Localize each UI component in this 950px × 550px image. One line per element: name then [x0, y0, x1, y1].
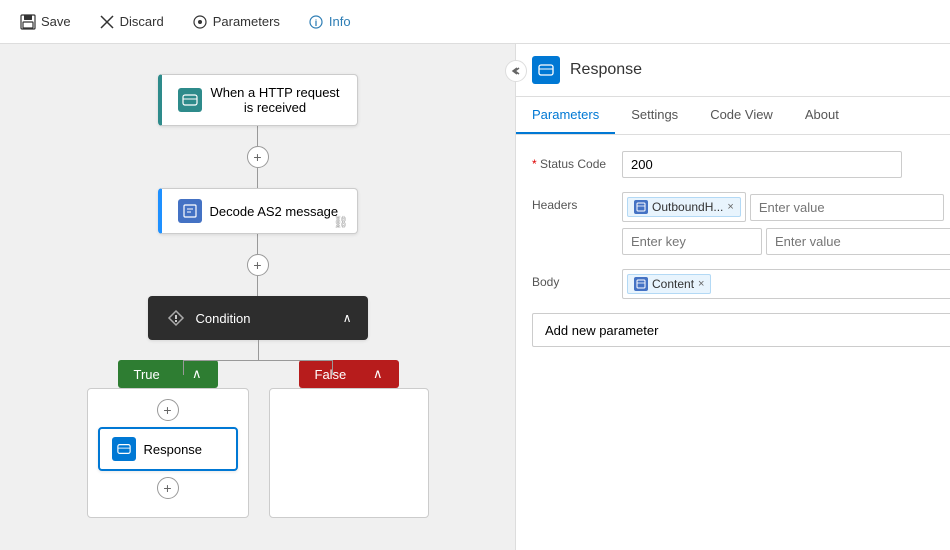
header-tag-label: OutboundH... — [652, 200, 723, 214]
headers-label: Headers — [532, 192, 612, 212]
header-key-tag: OutboundH... × — [627, 197, 741, 217]
header-key-wrap: OutboundH... × — [622, 192, 746, 222]
false-chevron-icon: ∧ — [373, 366, 383, 382]
info-button[interactable]: i Info — [304, 12, 355, 32]
discard-label: Discard — [120, 14, 164, 29]
true-add-step-bottom[interactable]: + — [157, 477, 179, 499]
body-label: Body — [532, 269, 612, 289]
true-branch-box: + Response + — [87, 388, 249, 518]
header-key-tag-icon — [634, 200, 648, 214]
body-row: Body Content × — [532, 269, 950, 299]
canvas: When a HTTP requestis received + Decode … — [0, 44, 515, 550]
body-content-tag: Content × — [627, 274, 711, 294]
parameters-label: Parameters — [213, 14, 280, 29]
header-value-input-2[interactable] — [766, 228, 950, 255]
decode-node-icon — [178, 199, 202, 223]
connector-2: + — [247, 234, 269, 296]
panel-title: Response — [570, 61, 642, 79]
response-node-icon — [112, 437, 136, 461]
add-step-1[interactable]: + — [247, 146, 269, 168]
decode-node[interactable]: Decode AS2 message ⛓ — [158, 188, 358, 234]
link-icon: ⛓ — [333, 215, 348, 229]
parameters-button[interactable]: Parameters — [188, 12, 284, 32]
info-icon: i — [308, 14, 324, 30]
add-step-2[interactable]: + — [247, 254, 269, 276]
tab-settings[interactable]: Settings — [615, 97, 694, 134]
true-label: True — [134, 367, 160, 382]
save-button[interactable]: Save — [16, 12, 75, 32]
add-param-label: Add new parameter — [545, 323, 658, 338]
line-2 — [257, 234, 258, 254]
header-value-input[interactable] — [750, 194, 944, 221]
info-label: Info — [329, 14, 351, 29]
true-branch-col: True ∧ + Response + — [87, 360, 249, 518]
tab-parameters[interactable]: Parameters — [516, 97, 615, 134]
required-asterisk: * — [532, 157, 537, 171]
headers-row: Headers OutboundH... × — [532, 192, 950, 255]
false-branch-box — [269, 388, 429, 518]
condition-node-label: Condition — [196, 311, 335, 326]
status-code-row: * Status Code — [532, 151, 950, 178]
panel-tabs: Parameters Settings Code View About — [516, 97, 950, 135]
toolbar: Save Discard Parameters i Info — [0, 0, 950, 44]
panel-header: Response — [516, 44, 950, 97]
connector-1: + — [247, 126, 269, 188]
status-code-label: * Status Code — [532, 151, 612, 171]
http-node[interactable]: When a HTTP requestis received — [158, 74, 358, 126]
line-2b — [257, 276, 258, 296]
response-node[interactable]: Response — [98, 427, 238, 471]
collapse-panel-button[interactable] — [505, 60, 527, 82]
true-add-step[interactable]: + — [157, 399, 179, 421]
body-tag-label: Content — [652, 277, 694, 291]
branch-v-line — [258, 340, 259, 360]
true-branch-button[interactable]: True ∧ — [118, 360, 218, 388]
branch-left-v — [183, 360, 184, 375]
branch-right-v — [332, 360, 333, 375]
panel-header-wrap: Response — [516, 44, 950, 97]
panel-header-icon — [532, 56, 560, 84]
branch-lines — [108, 340, 408, 360]
status-code-input[interactable] — [622, 151, 902, 178]
branch-h-line — [183, 360, 333, 361]
http-node-icon — [178, 88, 202, 112]
line-1 — [257, 126, 258, 146]
save-icon — [20, 14, 36, 30]
right-panel: Response Parameters Settings Code View A… — [515, 44, 950, 550]
true-chevron-icon: ∧ — [192, 366, 202, 382]
discard-button[interactable]: Discard — [95, 12, 168, 32]
false-label: False — [315, 367, 347, 382]
false-branch-button[interactable]: False ∧ — [299, 360, 399, 388]
false-branch-col: False ∧ — [269, 360, 429, 518]
branch-row: True ∧ + Response + — [87, 360, 429, 518]
body-input-wrap[interactable]: Content × — [622, 269, 950, 299]
add-param-row[interactable]: Add new parameter ∨ — [532, 313, 950, 347]
response-node-label: Response — [144, 442, 203, 457]
condition-collapse-icon[interactable]: ∧ — [343, 311, 352, 325]
http-node-label: When a HTTP requestis received — [210, 85, 341, 115]
condition-node[interactable]: Condition ∧ — [148, 296, 368, 340]
body-tag-close[interactable]: × — [698, 278, 704, 290]
branch-container: True ∧ + Response + — [20, 340, 495, 518]
flow: When a HTTP requestis received + Decode … — [20, 64, 495, 518]
svg-text:i: i — [315, 18, 318, 28]
parameters-icon — [192, 14, 208, 30]
decode-node-label: Decode AS2 message — [210, 204, 339, 219]
main-area: When a HTTP requestis received + Decode … — [0, 44, 950, 550]
line-1b — [257, 168, 258, 188]
header-tag-close[interactable]: × — [727, 201, 733, 213]
tab-about[interactable]: About — [789, 97, 855, 134]
save-label: Save — [41, 14, 71, 29]
tab-code-view[interactable]: Code View — [694, 97, 789, 134]
panel-body: * Status Code Headers — [516, 135, 950, 550]
condition-node-icon — [164, 306, 188, 330]
discard-icon — [99, 14, 115, 30]
header-key-input-2[interactable] — [622, 228, 762, 255]
body-tag-icon — [634, 277, 648, 291]
